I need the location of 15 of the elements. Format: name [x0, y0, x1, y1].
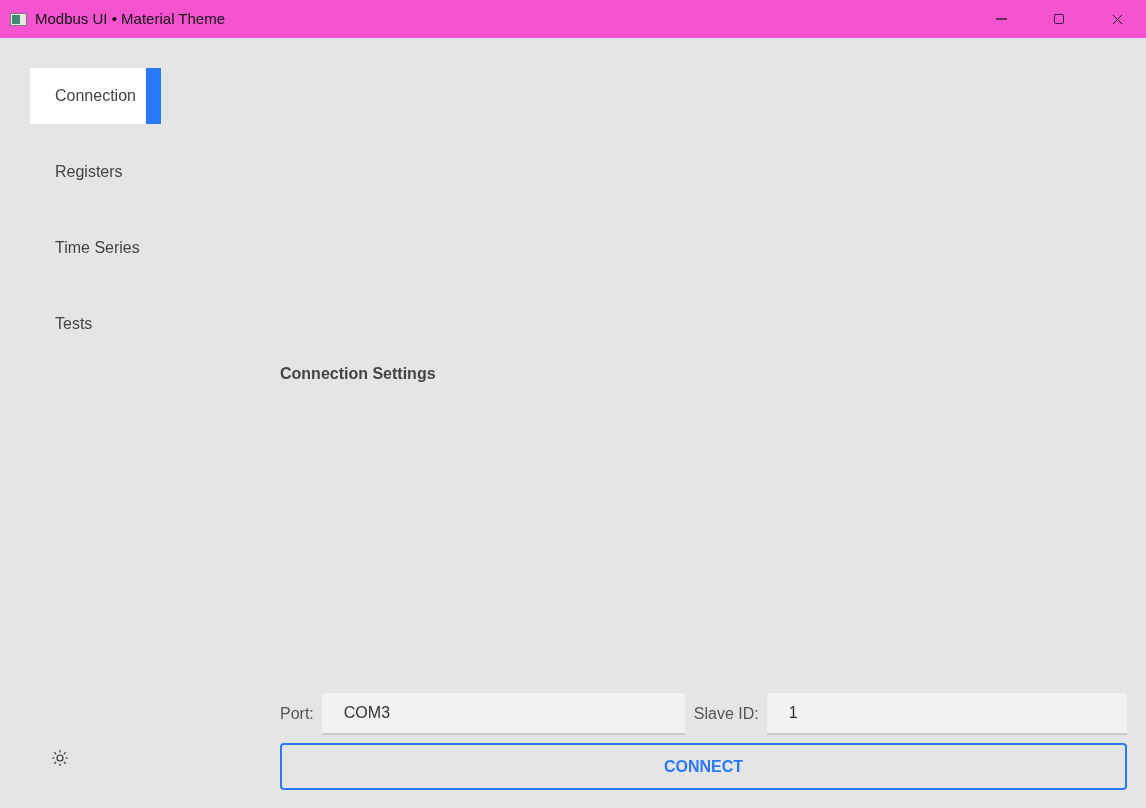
nav-tab[interactable]: Connection [30, 68, 161, 124]
maximize-icon [1053, 13, 1065, 25]
nav-tab[interactable]: Registers [30, 144, 161, 200]
field-label: Slave ID: [693, 704, 759, 724]
window-title: Modbus UI • Material Theme [35, 8, 226, 29]
app-icon [10, 12, 27, 26]
port-field[interactable]: COM3 [321, 693, 685, 735]
theme-toggle-button[interactable] [50, 748, 70, 768]
nav-tab[interactable]: Tests [30, 296, 161, 352]
field-label: Port: [280, 704, 314, 724]
minimize-icon [995, 18, 1007, 20]
section-heading: Connection Settings [280, 364, 437, 384]
sun-icon [51, 749, 69, 767]
slave-id-field[interactable]: 1 [766, 693, 1127, 735]
nav-tab[interactable]: Time Series [30, 220, 161, 276]
